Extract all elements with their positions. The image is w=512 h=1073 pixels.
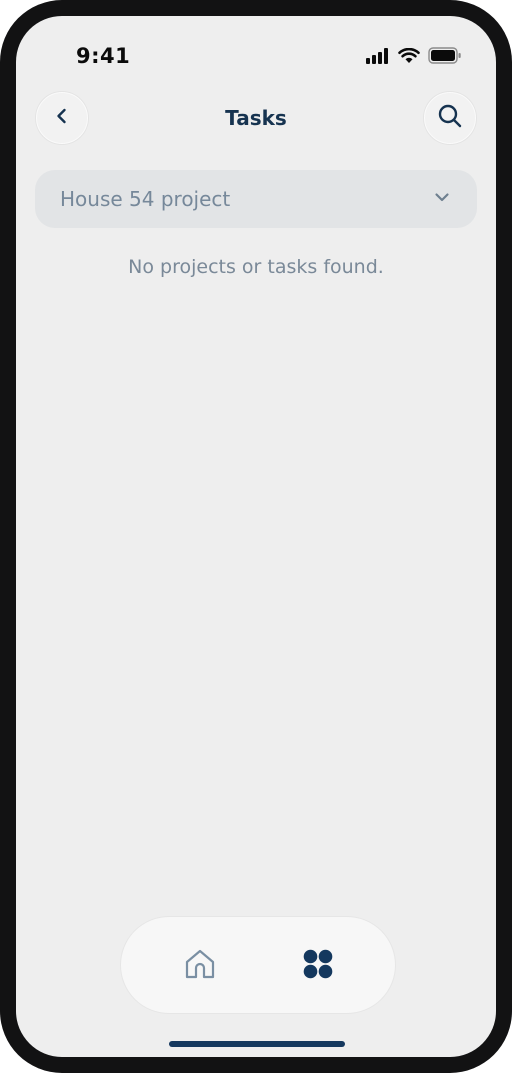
search-button[interactable] (424, 92, 476, 144)
battery-icon (428, 47, 462, 68)
search-icon (437, 103, 463, 133)
home-icon (183, 947, 217, 985)
device-frame: 9:41 Tasks House 54 project No projects … (0, 0, 512, 1073)
app-screen: 9:41 Tasks House 54 project No projects … (16, 16, 496, 1057)
apps-grid-icon (302, 948, 334, 984)
project-select-value: House 54 project (60, 187, 231, 211)
status-icons (366, 47, 462, 68)
home-indicator[interactable] (169, 1041, 345, 1047)
project-select[interactable]: House 54 project (35, 170, 477, 228)
cellular-signal-icon (366, 47, 390, 68)
wifi-icon (398, 47, 420, 68)
nav-home-button[interactable] (181, 947, 219, 985)
bottom-nav (120, 916, 396, 1014)
chevron-down-icon (433, 188, 451, 210)
nav-apps-button[interactable] (299, 947, 337, 985)
status-time: 9:41 (76, 44, 131, 68)
empty-state-message: No projects or tasks found. (128, 256, 384, 278)
